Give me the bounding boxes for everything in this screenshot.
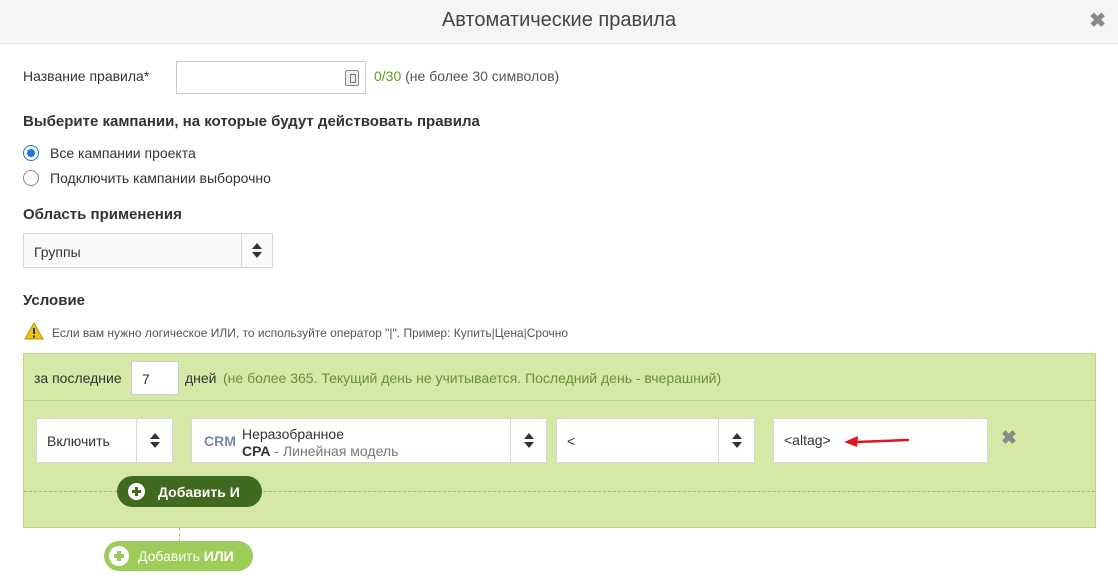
period-suffix: дней <box>185 370 217 386</box>
operator-value: < <box>567 433 576 449</box>
condition-panel: за последние 7 дней (не более 365. Текущ… <box>23 353 1096 528</box>
add-and-label: Добавить И <box>158 484 240 500</box>
value-input-text: <altag> <box>784 432 831 448</box>
sort-arrows-icon <box>252 243 263 259</box>
action-select-arrows[interactable] <box>136 419 172 462</box>
metric-sub-rest: - Линейная модель <box>270 443 399 459</box>
add-or-label: Добавить ИЛИ <box>138 548 234 564</box>
scope-heading: Область применения <box>23 206 182 223</box>
value-input[interactable]: <altag> <box>773 418 988 463</box>
action-select-value: Включить <box>47 433 110 449</box>
scope-select-value: Группы <box>34 244 81 260</box>
annotation-arrow-icon <box>844 436 910 447</box>
campaigns-heading: Выберите кампании, на которые будут дейс… <box>23 113 480 130</box>
radio-all-campaigns-label[interactable]: Все кампании проекта <box>50 145 196 161</box>
char-counter-value: 0/30 <box>374 68 402 84</box>
add-and-button[interactable]: Добавить И <box>117 476 262 507</box>
remove-condition-icon[interactable]: ✖ <box>1001 427 1017 450</box>
radio-select-campaigns[interactable] <box>23 170 39 186</box>
plus-circle-icon <box>128 483 145 500</box>
radio-select-campaigns-label[interactable]: Подключить кампании выборочно <box>50 170 271 186</box>
char-counter: 0/30 (не более 30 символов) <box>374 68 559 84</box>
days-input[interactable]: 7 <box>131 361 179 395</box>
keyboard-icon[interactable] <box>345 70 359 86</box>
add-or-button[interactable]: Добавить ИЛИ <box>104 541 253 571</box>
operator-select[interactable]: < <box>556 418 755 463</box>
add-or-prefix: Добавить <box>138 548 204 564</box>
modal-title: Автоматические правила <box>441 9 677 31</box>
action-select[interactable]: Включить <box>36 418 173 463</box>
rule-name-label: Название правила* <box>23 68 150 84</box>
rule-name-input[interactable] <box>176 61 366 94</box>
period-row: за последние 7 дней (не более 365. Текущ… <box>24 354 1095 401</box>
plus-circle-icon <box>109 546 129 566</box>
period-prefix: за последние <box>34 370 122 386</box>
add-or-bold: ИЛИ <box>203 548 234 564</box>
metric-subtitle: CPA - Линейная модель <box>242 443 398 459</box>
period-note: (не более 365. Текущий день не учитывает… <box>223 370 722 386</box>
sort-arrows-icon <box>150 433 161 449</box>
scope-select-arrows[interactable] <box>241 234 272 267</box>
connector-line <box>179 528 180 542</box>
sort-arrows-icon <box>732 433 743 449</box>
condition-hint: Если вам нужно логическое ИЛИ, то исполь… <box>52 326 569 340</box>
metric-select[interactable]: CRM Неразобранное CPA - Линейная модель <box>191 418 547 463</box>
days-value: 7 <box>142 371 150 387</box>
metric-select-arrows[interactable] <box>510 419 546 462</box>
metric-sub-bold: CPA <box>242 443 271 459</box>
warning-icon <box>24 322 44 340</box>
modal-header: Автоматические правила ✖ <box>0 0 1118 44</box>
scope-select[interactable]: Группы <box>23 233 273 268</box>
close-icon[interactable]: ✖ <box>1089 8 1106 33</box>
sort-arrows-icon <box>524 433 535 449</box>
crm-badge: CRM <box>204 433 236 449</box>
operator-select-arrows[interactable] <box>718 419 754 462</box>
char-counter-note: (не более 30 символов) <box>405 68 560 84</box>
condition-heading: Условие <box>23 292 86 309</box>
metric-name: Неразобранное <box>242 426 344 442</box>
radio-all-campaigns[interactable] <box>23 145 39 161</box>
